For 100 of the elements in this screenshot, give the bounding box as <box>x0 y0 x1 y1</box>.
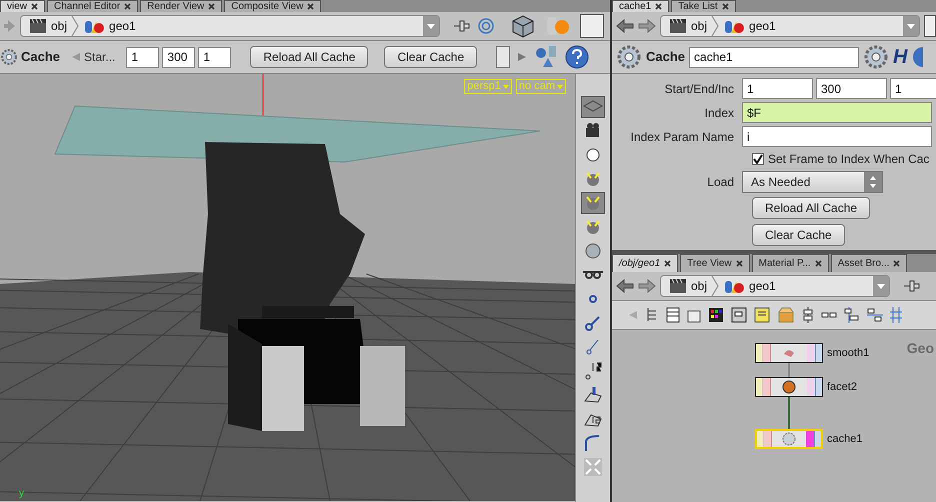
input-field[interactable]: 1 <box>198 46 232 68</box>
spiral-icon[interactable] <box>478 18 494 34</box>
grid-icon[interactable] <box>890 307 902 323</box>
color-palette-icon[interactable] <box>708 307 724 323</box>
cache-node-icon <box>782 432 796 446</box>
path-segment[interactable]: geo1 <box>749 277 869 295</box>
facet-node-icon <box>782 380 796 394</box>
input-field[interactable]: 1 <box>126 46 160 68</box>
sticky-note-icon[interactable] <box>754 307 770 323</box>
close-icon[interactable] <box>664 260 672 267</box>
panel-tab[interactable]: cache1 <box>612 0 670 12</box>
path-field[interactable]: obj geo1 <box>660 15 920 37</box>
node-connector <box>788 363 790 377</box>
path-segment[interactable]: obj <box>51 17 68 35</box>
context-label: Geo <box>906 339 934 358</box>
path-segment[interactable]: geo1 <box>749 17 899 35</box>
parameter-label: Star... <box>84 49 116 66</box>
action-button[interactable]: Reload All Cache <box>752 197 870 219</box>
close-icon[interactable] <box>736 260 743 267</box>
window-icon[interactable] <box>731 307 747 323</box>
color-swatch[interactable] <box>924 15 936 37</box>
caret-icon <box>502 84 509 88</box>
parameter-label: Load <box>706 174 735 191</box>
input-field[interactable]: cache1 <box>689 46 860 68</box>
node-label: cache1 <box>827 432 862 447</box>
chevron-icon <box>71 16 80 36</box>
panel-tab[interactable]: Tree View <box>680 254 750 272</box>
caret-icon <box>427 24 435 28</box>
chevron-icon <box>711 276 720 296</box>
node-type-label: Cache <box>646 48 686 66</box>
node-label: smooth1 <box>827 346 870 361</box>
panel-tab[interactable]: Material P... <box>752 254 829 272</box>
geometry-icon <box>723 278 746 294</box>
align-icon[interactable] <box>867 307 883 323</box>
input-field[interactable]: i <box>742 126 932 147</box>
network-node[interactable] <box>755 343 823 363</box>
panel-tab[interactable]: Channel Editor <box>47 0 138 12</box>
panel-tab[interactable]: Render View <box>140 0 222 12</box>
input-field[interactable]: 300 <box>816 78 887 99</box>
path-segment[interactable]: geo1 <box>109 17 419 35</box>
path-field[interactable]: obj geo1 <box>20 15 440 37</box>
checkbox[interactable] <box>752 153 764 165</box>
input-field[interactable]: 300 <box>162 46 196 68</box>
dropdown-button[interactable] <box>423 16 439 36</box>
gear-icon[interactable] <box>0 48 18 66</box>
clapboard-icon <box>29 18 47 34</box>
close-icon[interactable] <box>124 3 132 10</box>
path-field[interactable]: obj geo1 <box>660 275 890 297</box>
panel-tab[interactable]: Composite View <box>224 0 322 12</box>
input-field[interactable]: 1 <box>890 78 936 99</box>
geometry-icon <box>83 18 106 34</box>
color-swatch[interactable] <box>580 14 604 38</box>
clapboard-icon <box>669 18 687 34</box>
right-arrow-icon[interactable] <box>517 52 528 62</box>
viewport-tool-button[interactable] <box>581 192 605 214</box>
forward-arrow-icon[interactable] <box>638 19 656 33</box>
node-connector <box>788 397 790 429</box>
panel-tab[interactable]: Asset Bro... <box>830 254 908 272</box>
align-icon[interactable] <box>802 307 814 323</box>
back-arrow-icon[interactable] <box>616 279 634 293</box>
panel-tab[interactable]: Take List <box>671 0 736 12</box>
input-field[interactable]: 1 <box>742 78 813 99</box>
panel-tab[interactable]: view <box>0 0 46 12</box>
checkmark-icon <box>753 154 763 164</box>
caret-icon <box>557 84 563 88</box>
input-field[interactable]: $F <box>742 102 932 123</box>
close-icon[interactable] <box>307 3 314 10</box>
list-icon[interactable] <box>666 307 680 323</box>
tree-icon[interactable] <box>645 307 659 323</box>
forward-arrow-icon[interactable] <box>638 279 656 293</box>
close-icon[interactable] <box>893 260 900 267</box>
cube-icon[interactable] <box>510 13 536 39</box>
align-icon[interactable] <box>844 307 860 323</box>
dropdown-button[interactable] <box>873 276 889 296</box>
expand-icon <box>582 456 604 478</box>
action-button[interactable]: Reload All Cache <box>250 46 368 68</box>
close-icon[interactable] <box>31 3 38 10</box>
gear-icon[interactable] <box>616 44 642 70</box>
action-button[interactable]: Clear Cache <box>384 46 478 68</box>
dropdown-menu[interactable]: As Needed <box>742 171 883 193</box>
axis-label: y <box>19 489 24 499</box>
panel-tab[interactable]: /obj/geo1 <box>612 254 678 272</box>
close-icon[interactable] <box>814 260 822 267</box>
pin-icon[interactable] <box>452 18 470 34</box>
network-node[interactable] <box>755 377 823 397</box>
caret-icon <box>907 24 915 28</box>
dropdown-button[interactable] <box>903 16 919 36</box>
action-button[interactable] <box>496 46 510 68</box>
path-segment[interactable]: obj <box>691 17 708 35</box>
back-arrow-icon[interactable] <box>616 19 634 33</box>
houdini-logo[interactable]: H <box>893 47 908 67</box>
box-icon[interactable] <box>777 307 795 323</box>
close-icon[interactable] <box>208 3 216 10</box>
action-button[interactable]: Clear Cache <box>752 224 845 246</box>
parameter-label: Index Param Name <box>630 128 735 146</box>
gear-icon[interactable] <box>863 44 890 70</box>
close-icon[interactable] <box>722 3 729 10</box>
pin-icon[interactable] <box>902 278 920 294</box>
close-icon[interactable] <box>655 3 662 10</box>
path-segment[interactable]: obj <box>691 277 708 295</box>
